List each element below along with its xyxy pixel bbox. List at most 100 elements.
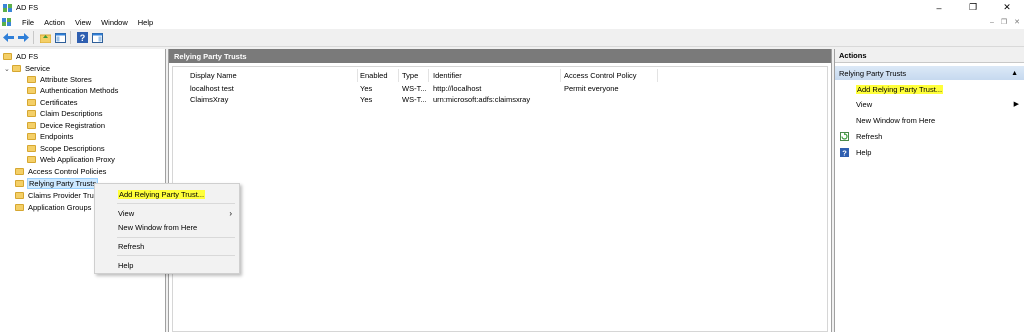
- tree-item-authentication-methods[interactable]: Authentication Methods: [27, 85, 118, 96]
- action-add-relying-party-trust[interactable]: Add Relying Party Trust...: [835, 82, 1024, 96]
- refresh-icon: [840, 131, 849, 141]
- action-view[interactable]: View ▶: [835, 97, 1024, 111]
- table-cell-enabled: Yes: [360, 84, 373, 93]
- column-type[interactable]: Type: [402, 70, 418, 81]
- action-refresh[interactable]: Refresh: [835, 129, 1024, 143]
- column-enabled[interactable]: Enabled: [360, 70, 388, 81]
- actions-pane-title: Actions: [835, 49, 1024, 63]
- mdi-close-button[interactable]: ✕: [1014, 18, 1020, 26]
- tree-item-access-control-policies[interactable]: Access Control Policies: [15, 166, 106, 177]
- folder-icon: [27, 110, 36, 117]
- action-help[interactable]: ? Help: [835, 145, 1024, 159]
- folder-icon: [27, 76, 36, 83]
- adfs-app-icon: [3, 3, 12, 12]
- folder-icon: [15, 192, 24, 199]
- context-menu-help[interactable]: Help: [95, 258, 239, 272]
- action-new-window-from-here[interactable]: New Window from Here: [835, 113, 1024, 127]
- tree-item-claims-provider-trusts[interactable]: Claims Provider Tru: [15, 190, 94, 201]
- menu-window[interactable]: Window: [96, 18, 133, 27]
- mdi-restore-button[interactable]: ❐: [1001, 18, 1007, 26]
- action-label: Refresh: [856, 131, 883, 141]
- help-icon[interactable]: ?: [76, 31, 89, 44]
- show-hide-console-tree-icon[interactable]: [54, 31, 67, 44]
- system-menu-icon[interactable]: [2, 18, 11, 26]
- menu-action[interactable]: Action: [39, 18, 70, 27]
- tree-item-scope-descriptions[interactable]: Scope Descriptions: [27, 143, 105, 154]
- table-cell-type: WS-T...: [402, 84, 427, 93]
- tree-item-endpoints[interactable]: Endpoints: [27, 131, 73, 142]
- forward-arrow-icon[interactable]: [17, 31, 30, 44]
- tree-item-device-registration[interactable]: Device Registration: [27, 120, 105, 131]
- context-menu-label: Add Relying Party Trust...: [118, 189, 206, 199]
- actions-pane: Actions Relying Party Trusts ▲ Add Relyi…: [834, 49, 1024, 332]
- context-menu-refresh[interactable]: Refresh: [95, 239, 239, 253]
- minimize-button[interactable]: –: [922, 0, 956, 15]
- context-menu-label: Help: [118, 260, 134, 270]
- toolbar: ?: [0, 29, 1024, 47]
- folder-icon: [27, 122, 36, 129]
- tree-item-application-groups[interactable]: Application Groups: [15, 202, 91, 213]
- close-button[interactable]: ✕: [990, 0, 1024, 15]
- relying-party-trusts-list: Display Name Enabled Type Identifier Acc…: [172, 66, 828, 332]
- back-arrow-icon[interactable]: [2, 31, 15, 44]
- mdi-minimize-button[interactable]: –: [990, 19, 994, 26]
- action-label: Help: [856, 147, 872, 157]
- context-menu-label: Refresh: [118, 241, 145, 251]
- svg-text:?: ?: [80, 33, 86, 43]
- table-row[interactable]: ClaimsXray: [190, 94, 355, 105]
- context-menu-label: New Window from Here: [118, 222, 198, 232]
- svg-text:?: ?: [842, 148, 847, 157]
- show-hide-action-pane-icon[interactable]: [91, 31, 104, 44]
- table-cell-policy: [564, 94, 656, 105]
- column-display-name[interactable]: Display Name: [190, 70, 237, 81]
- results-pane-title: Relying Party Trusts: [169, 49, 831, 63]
- folder-icon: [27, 145, 36, 152]
- context-menu-new-window-from-here[interactable]: New Window from Here: [95, 220, 239, 234]
- column-access-control-policy[interactable]: Access Control Policy: [564, 70, 637, 81]
- table-cell-type: WS-T...: [402, 95, 427, 104]
- context-menu-add-relying-party-trust[interactable]: Add Relying Party Trust...: [95, 187, 239, 201]
- action-label: New Window from Here: [856, 115, 936, 125]
- table-cell-policy: Permit everyone: [564, 84, 619, 93]
- actions-section-relying-party-trusts[interactable]: Relying Party Trusts ▲: [835, 66, 1024, 80]
- column-identifier[interactable]: Identifier: [433, 70, 462, 81]
- actions-section-label: Relying Party Trusts: [839, 68, 907, 78]
- folder-icon: [12, 65, 21, 72]
- menu-view[interactable]: View: [70, 18, 96, 27]
- restore-button[interactable]: ❐: [956, 0, 990, 15]
- results-pane: Relying Party Trusts Display Name Enable…: [168, 49, 832, 332]
- submenu-arrow-icon: ›: [229, 208, 232, 218]
- menu-help[interactable]: Help: [133, 18, 158, 27]
- chevron-down-icon[interactable]: ⌄: [4, 65, 12, 73]
- action-label: Add Relying Party Trust...: [856, 84, 944, 94]
- help-icon: ?: [840, 147, 849, 157]
- folder-icon: [15, 180, 24, 187]
- tree-item-claim-descriptions[interactable]: Claim Descriptions: [27, 108, 103, 119]
- tree-item-service[interactable]: ⌄ Service: [4, 63, 50, 74]
- context-menu-view[interactable]: View ›: [95, 206, 239, 220]
- context-menu-label: View: [118, 208, 135, 218]
- context-menu: Add Relying Party Trust... View › New Wi…: [94, 183, 240, 274]
- tree-item-web-application-proxy[interactable]: Web Application Proxy: [27, 154, 115, 165]
- folder-icon: [15, 168, 24, 175]
- table-cell-identifier: urn:microsoft:adfs:claimsxray: [433, 95, 531, 104]
- folder-icon: [27, 133, 36, 140]
- tree-item-adfs[interactable]: AD FS: [3, 51, 38, 62]
- window-title: AD FS: [16, 3, 39, 12]
- tree-item-attribute-stores[interactable]: Attribute Stores: [27, 74, 92, 85]
- folder-icon: [15, 204, 24, 211]
- folder-icon: [27, 156, 36, 163]
- folder-icon: [3, 53, 12, 60]
- collapse-up-icon[interactable]: ▲: [1011, 70, 1018, 77]
- menu-bar: File Action View Window Help – ❐ ✕: [0, 15, 1024, 29]
- table-cell-identifier: http://localhost: [433, 84, 482, 93]
- action-label: View: [856, 99, 873, 109]
- up-folder-icon[interactable]: [39, 31, 52, 44]
- table-row[interactable]: localhost test: [190, 83, 355, 94]
- tree-item-relying-party-trusts[interactable]: Relying Party Trusts: [15, 178, 99, 189]
- table-cell-enabled: Yes: [360, 95, 373, 104]
- folder-icon: [27, 87, 36, 94]
- menu-file[interactable]: File: [17, 18, 39, 27]
- tree-item-certificates[interactable]: Certificates: [27, 97, 78, 108]
- submenu-arrow-icon: ▶: [1013, 101, 1019, 108]
